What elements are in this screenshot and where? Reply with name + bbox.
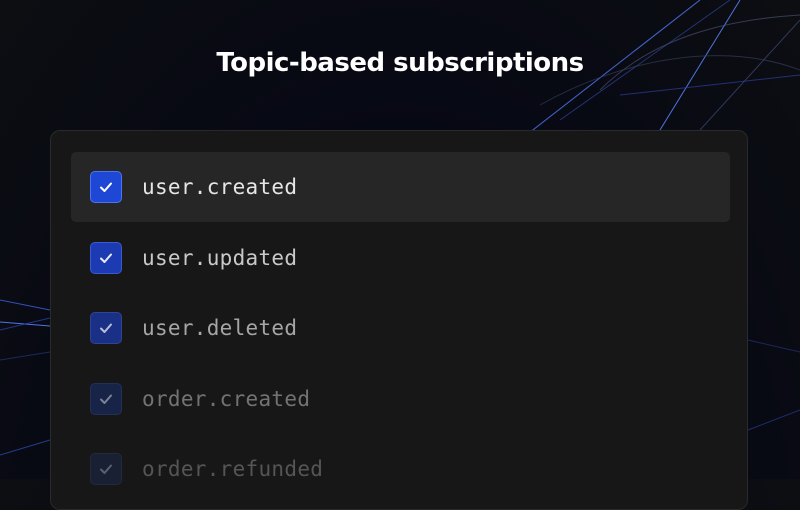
topic-row-user-created[interactable]: user.created	[71, 152, 730, 222]
topic-checkbox[interactable]	[90, 241, 122, 274]
topic-checkbox[interactable]	[90, 171, 122, 203]
checkmark-icon	[100, 323, 112, 333]
topic-row-user-deleted[interactable]: user.deleted	[71, 293, 730, 363]
topic-label: user.deleted	[142, 316, 298, 340]
topic-checkbox[interactable]	[90, 312, 122, 344]
topic-label: order.refunded	[142, 457, 324, 481]
topic-checkbox[interactable]	[90, 453, 122, 485]
topic-list: user.created user.updated user.deleted orde…	[71, 152, 730, 505]
topic-row-order-refunded[interactable]: order.refunded	[71, 434, 730, 504]
topic-label: user.created	[142, 175, 298, 199]
topic-label: order.created	[142, 386, 311, 411]
topic-checkbox[interactable]	[90, 382, 122, 415]
topic-label: user.updated	[142, 245, 298, 270]
page-title: Topic-based subscriptions	[216, 48, 584, 78]
checkmark-icon	[100, 253, 112, 263]
topic-row-user-updated[interactable]: user.updated	[71, 223, 730, 293]
checkmark-icon	[100, 464, 112, 474]
checkmark-icon	[100, 182, 112, 192]
topic-row-order-created[interactable]: order.created	[71, 364, 730, 434]
checkmark-icon	[100, 394, 112, 404]
topics-panel: user.created user.updated user.deleted orde…	[50, 130, 748, 510]
